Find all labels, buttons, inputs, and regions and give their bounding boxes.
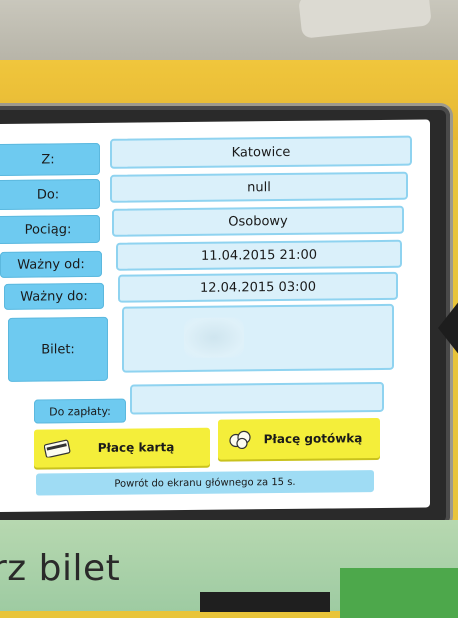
ticket-screen: Z: Katowice Do: null Pociąg: Osobowy Waż… <box>0 119 430 513</box>
ticket-label: Bilet: <box>8 316 108 382</box>
pay-cash-button[interactable]: Płacę gotówką <box>218 417 380 460</box>
train-value: Osobowy <box>112 205 404 237</box>
pay-card-button[interactable]: Płacę kartą <box>34 427 210 468</box>
pay-cash-label: Płacę gotówką <box>263 431 363 447</box>
to-value: null <box>110 171 408 203</box>
train-label: Pociąg: <box>0 214 100 244</box>
credit-card-icon <box>44 439 72 458</box>
ticket-value-blur <box>184 317 244 359</box>
from-value: Katowice <box>110 135 412 169</box>
from-label: Z: <box>0 142 100 176</box>
pay-card-label: Płacę kartą <box>97 440 175 455</box>
valid-from-value: 11.04.2015 21:00 <box>116 239 402 271</box>
kiosk-housing-label: rz bilet <box>0 548 121 589</box>
valid-to-label: Ważny do: <box>4 282 104 310</box>
coins-icon <box>228 429 254 450</box>
kiosk-dark-slot <box>200 592 330 612</box>
to-pay-value <box>130 381 384 415</box>
return-timer-bar: Powrót do ekranu głównego za 15 s. <box>36 470 374 496</box>
valid-to-value: 12.04.2015 03:00 <box>118 271 398 303</box>
ticket-value <box>122 303 394 373</box>
to-label: Do: <box>0 178 100 210</box>
to-pay-label: Do zapłaty: <box>34 398 126 424</box>
valid-from-label: Ważny od: <box>0 250 102 278</box>
side-arrow-icon <box>438 300 458 356</box>
